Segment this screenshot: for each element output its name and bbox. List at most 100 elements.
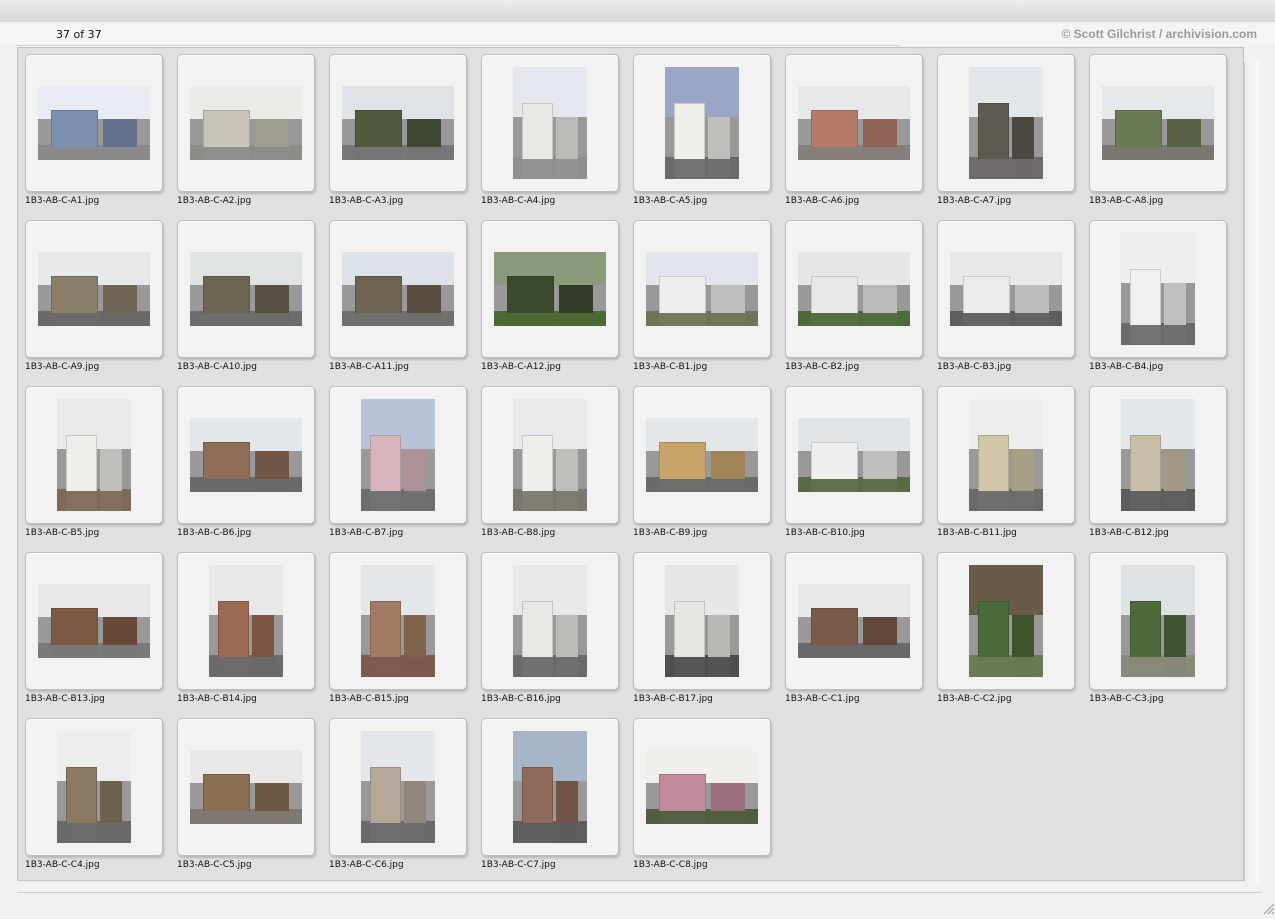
thumbnail-frame[interactable]	[25, 54, 163, 192]
thumbnail-frame[interactable]	[937, 54, 1075, 192]
thumbnail-item[interactable]: 1B3-AB-C-A5.jpg	[626, 48, 778, 214]
thumbnail-image[interactable]	[190, 418, 302, 492]
thumbnail-item[interactable]: 1B3-AB-C-B7.jpg	[322, 380, 474, 546]
thumbnail-item[interactable]: 1B3-AB-C-A12.jpg	[474, 214, 626, 380]
thumbnail-item[interactable]: 1B3-AB-C-A1.jpg	[18, 48, 170, 214]
thumbnail-item[interactable]: 1B3-AB-C-B14.jpg	[170, 546, 322, 712]
thumbnail-item[interactable]: 1B3-AB-C-A8.jpg	[1082, 48, 1234, 214]
thumbnail-image[interactable]	[209, 565, 283, 677]
thumbnail-frame[interactable]	[481, 718, 619, 856]
thumbnail-frame[interactable]	[633, 220, 771, 358]
thumbnail-frame[interactable]	[481, 386, 619, 524]
thumbnail-image[interactable]	[665, 67, 739, 179]
thumbnail-image[interactable]	[57, 399, 131, 511]
thumbnail-item[interactable]: 1B3-AB-C-B4.jpg	[1082, 214, 1234, 380]
thumbnail-item[interactable]: 1B3-AB-C-B11.jpg	[930, 380, 1082, 546]
thumbnail-frame[interactable]	[25, 718, 163, 856]
thumbnail-item[interactable]: 1B3-AB-C-C2.jpg	[930, 546, 1082, 712]
thumbnail-item[interactable]: 1B3-AB-C-A6.jpg	[778, 48, 930, 214]
thumbnail-frame[interactable]	[1089, 220, 1227, 358]
thumbnail-image[interactable]	[38, 86, 150, 160]
thumbnail-image[interactable]	[646, 418, 758, 492]
thumbnail-image[interactable]	[38, 584, 150, 658]
thumbnail-image[interactable]	[798, 584, 910, 658]
thumbnail-image[interactable]	[513, 731, 587, 843]
thumbnail-item[interactable]: 1B3-AB-C-B8.jpg	[474, 380, 626, 546]
thumbnail-frame[interactable]	[785, 386, 923, 524]
thumbnail-image[interactable]	[57, 731, 131, 843]
thumbnail-frame[interactable]	[633, 54, 771, 192]
thumbnail-frame[interactable]	[785, 54, 923, 192]
thumbnail-image[interactable]	[798, 252, 910, 326]
thumbnail-image[interactable]	[342, 86, 454, 160]
thumbnail-item[interactable]: 1B3-AB-C-B12.jpg	[1082, 380, 1234, 546]
thumbnail-frame[interactable]	[25, 220, 163, 358]
thumbnail-frame[interactable]	[329, 718, 467, 856]
thumbnail-image[interactable]	[950, 252, 1062, 326]
thumbnail-frame[interactable]	[177, 718, 315, 856]
thumbnail-frame[interactable]	[177, 552, 315, 690]
thumbnail-item[interactable]: 1B3-AB-C-B15.jpg	[322, 546, 474, 712]
thumbnail-frame[interactable]	[177, 54, 315, 192]
thumbnail-image[interactable]	[342, 252, 454, 326]
thumbnail-image[interactable]	[798, 418, 910, 492]
thumbnail-item[interactable]: 1B3-AB-C-A3.jpg	[322, 48, 474, 214]
thumbnail-image[interactable]	[361, 731, 435, 843]
thumbnail-frame[interactable]	[177, 386, 315, 524]
thumbnail-frame[interactable]	[25, 386, 163, 524]
thumbnail-image[interactable]	[798, 86, 910, 160]
thumbnail-item[interactable]: 1B3-AB-C-C7.jpg	[474, 712, 626, 878]
thumbnail-item[interactable]: 1B3-AB-C-C4.jpg	[18, 712, 170, 878]
thumbnail-image[interactable]	[1121, 399, 1195, 511]
thumbnail-image[interactable]	[361, 399, 435, 511]
thumbnail-frame[interactable]	[329, 386, 467, 524]
thumbnail-item[interactable]: 1B3-AB-C-A9.jpg	[18, 214, 170, 380]
thumbnail-image[interactable]	[190, 252, 302, 326]
thumbnail-frame[interactable]	[177, 220, 315, 358]
thumbnail-item[interactable]: 1B3-AB-C-C5.jpg	[170, 712, 322, 878]
thumbnail-item[interactable]: 1B3-AB-C-B16.jpg	[474, 546, 626, 712]
thumbnail-item[interactable]: 1B3-AB-C-A4.jpg	[474, 48, 626, 214]
thumbnail-image[interactable]	[513, 399, 587, 511]
thumbnail-item[interactable]: 1B3-AB-C-B10.jpg	[778, 380, 930, 546]
resize-grip-icon[interactable]	[1261, 900, 1275, 914]
thumbnail-frame[interactable]	[937, 552, 1075, 690]
thumbnail-image[interactable]	[646, 252, 758, 326]
thumbnail-item[interactable]: 1B3-AB-C-B5.jpg	[18, 380, 170, 546]
thumbnail-frame[interactable]	[937, 386, 1075, 524]
thumbnail-image[interactable]	[665, 565, 739, 677]
thumbnail-image[interactable]	[969, 565, 1043, 677]
thumbnail-item[interactable]: 1B3-AB-C-C6.jpg	[322, 712, 474, 878]
thumbnail-image[interactable]	[1121, 565, 1195, 677]
thumbnail-frame[interactable]	[481, 220, 619, 358]
thumbnail-frame[interactable]	[785, 552, 923, 690]
thumbnail-image[interactable]	[513, 67, 587, 179]
thumbnail-frame[interactable]	[1089, 386, 1227, 524]
thumbnail-frame[interactable]	[937, 220, 1075, 358]
thumbnail-frame[interactable]	[481, 552, 619, 690]
thumbnail-item[interactable]: 1B3-AB-C-C3.jpg	[1082, 546, 1234, 712]
thumbnail-item[interactable]: 1B3-AB-C-B2.jpg	[778, 214, 930, 380]
thumbnail-image[interactable]	[646, 750, 758, 824]
thumbnail-frame[interactable]	[25, 552, 163, 690]
thumbnail-item[interactable]: 1B3-AB-C-C1.jpg	[778, 546, 930, 712]
thumbnail-frame[interactable]	[481, 54, 619, 192]
thumbnail-item[interactable]: 1B3-AB-C-A2.jpg	[170, 48, 322, 214]
thumbnail-frame[interactable]	[633, 718, 771, 856]
thumbnail-item[interactable]: 1B3-AB-C-B9.jpg	[626, 380, 778, 546]
thumbnail-frame[interactable]	[329, 54, 467, 192]
thumbnail-frame[interactable]	[785, 220, 923, 358]
thumbnail-image[interactable]	[190, 750, 302, 824]
vertical-scrollbar[interactable]	[1244, 62, 1259, 882]
thumbnail-item[interactable]: 1B3-AB-C-A10.jpg	[170, 214, 322, 380]
thumbnail-image[interactable]	[494, 252, 606, 326]
thumbnail-frame[interactable]	[329, 552, 467, 690]
thumbnail-item[interactable]: 1B3-AB-C-B1.jpg	[626, 214, 778, 380]
thumbnail-image[interactable]	[361, 565, 435, 677]
thumbnail-item[interactable]: 1B3-AB-C-A11.jpg	[322, 214, 474, 380]
thumbnail-image[interactable]	[969, 67, 1043, 179]
thumbnail-frame[interactable]	[633, 386, 771, 524]
thumbnail-item[interactable]: 1B3-AB-C-B6.jpg	[170, 380, 322, 546]
thumbnail-frame[interactable]	[1089, 54, 1227, 192]
thumbnail-item[interactable]: 1B3-AB-C-C8.jpg	[626, 712, 778, 878]
